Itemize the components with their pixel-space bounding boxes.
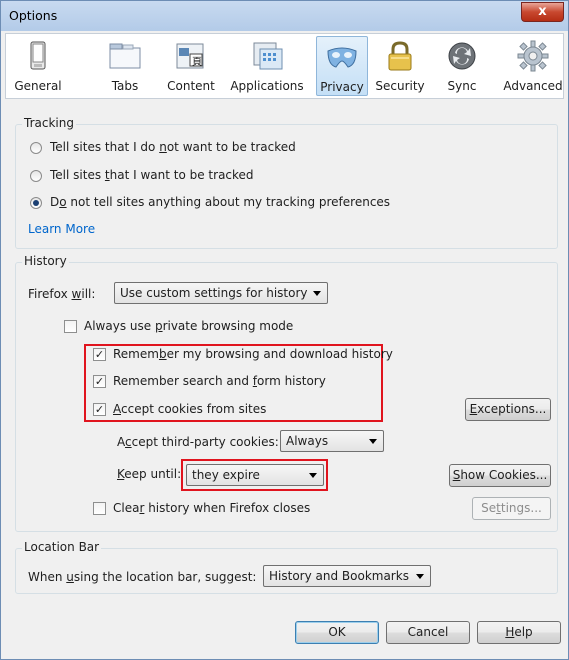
settings-button[interactable]: Settings... bbox=[472, 497, 551, 520]
tabs-icon bbox=[109, 43, 141, 69]
window-title: Options bbox=[9, 8, 58, 23]
applications-icon bbox=[253, 42, 283, 70]
radio-no-preference[interactable] bbox=[30, 197, 42, 209]
radio-label-track[interactable]: Tell sites that I want to be tracked bbox=[50, 168, 254, 182]
tab-label: Content bbox=[167, 79, 215, 93]
general-icon bbox=[30, 41, 46, 70]
remember-browsing-checkbox[interactable]: ✓ bbox=[93, 348, 106, 361]
sync-icon bbox=[448, 42, 476, 70]
title-bar[interactable]: Options x bbox=[1, 1, 568, 31]
close-button[interactable]: x bbox=[521, 2, 564, 22]
cancel-button[interactable]: Cancel bbox=[386, 621, 470, 644]
tab-advanced[interactable]: Advanced bbox=[502, 36, 564, 96]
clear-history-label[interactable]: Clear history when Firefox closes bbox=[113, 501, 310, 515]
third-party-cookies-label: Accept third-party cookies: bbox=[117, 435, 279, 449]
third-party-cookies-select[interactable]: Always bbox=[280, 430, 384, 452]
suggest-label: When using the location bar, suggest: bbox=[28, 570, 257, 584]
suggest-select[interactable]: History and Bookmarks bbox=[263, 565, 431, 587]
options-dialog: Options x General Tabs 頁 Content Applica… bbox=[0, 0, 569, 660]
content-icon: 頁 bbox=[176, 43, 204, 69]
accept-cookies-label[interactable]: Accept cookies from sites bbox=[113, 402, 266, 416]
private-browsing-checkbox[interactable] bbox=[64, 320, 77, 333]
padlock-icon bbox=[388, 41, 412, 71]
tab-label: Applications bbox=[230, 79, 304, 93]
tab-label: Privacy bbox=[320, 80, 364, 94]
tab-security[interactable]: Security bbox=[370, 36, 430, 96]
radio-label-do-not-track[interactable]: Tell sites that I do not want to be trac… bbox=[50, 140, 296, 154]
keep-until-select[interactable]: they expire bbox=[186, 464, 324, 486]
firefox-will-label: Firefox will: bbox=[28, 287, 96, 301]
learn-more-link[interactable]: Learn More bbox=[28, 222, 95, 236]
radio-label-no-preference[interactable]: Do not tell sites anything about my trac… bbox=[50, 195, 390, 209]
tab-label: Sync bbox=[447, 79, 477, 93]
privacy-mask-icon bbox=[327, 47, 357, 68]
chevron-down-icon bbox=[309, 473, 317, 478]
help-button[interactable]: Help bbox=[477, 621, 561, 644]
accept-cookies-checkbox[interactable]: ✓ bbox=[93, 403, 106, 416]
private-browsing-label[interactable]: Always use private browsing mode bbox=[84, 319, 293, 333]
tab-privacy[interactable]: Privacy bbox=[316, 36, 368, 96]
tab-tabs[interactable]: Tabs bbox=[106, 36, 144, 96]
tab-label: Tabs bbox=[111, 79, 139, 93]
tab-applications[interactable]: Applications bbox=[228, 36, 306, 96]
chevron-down-icon bbox=[369, 439, 377, 444]
radio-do-not-track[interactable] bbox=[30, 142, 42, 154]
tracking-legend: Tracking bbox=[22, 116, 76, 130]
category-toolbar: General Tabs 頁 Content Applications Priv… bbox=[5, 33, 564, 99]
keep-until-label: Keep until: bbox=[117, 467, 182, 481]
tab-general[interactable]: General bbox=[12, 36, 64, 96]
tab-label: General bbox=[14, 79, 62, 93]
tab-sync[interactable]: Sync bbox=[442, 36, 482, 96]
exceptions-button[interactable]: Exceptions... bbox=[465, 398, 551, 421]
show-cookies-button[interactable]: Show Cookies... bbox=[449, 464, 551, 487]
tab-label: Advanced bbox=[503, 79, 563, 93]
radio-track[interactable] bbox=[30, 170, 42, 182]
remember-search-checkbox[interactable]: ✓ bbox=[93, 375, 106, 388]
remember-search-label[interactable]: Remember search and form history bbox=[113, 374, 326, 388]
history-mode-select[interactable]: Use custom settings for history bbox=[114, 282, 328, 304]
chevron-down-icon bbox=[416, 574, 424, 579]
chevron-down-icon bbox=[313, 291, 321, 296]
clear-history-checkbox[interactable] bbox=[93, 502, 106, 515]
tab-label: Security bbox=[375, 79, 425, 93]
tab-content[interactable]: 頁 Content bbox=[166, 36, 216, 96]
gear-icon bbox=[517, 40, 549, 72]
location-bar-legend: Location Bar bbox=[22, 540, 102, 554]
history-legend: History bbox=[22, 254, 69, 268]
remember-browsing-label[interactable]: Remember my browsing and download histor… bbox=[113, 347, 393, 361]
svg-text:頁: 頁 bbox=[192, 56, 202, 68]
ok-button[interactable]: OK bbox=[295, 621, 379, 644]
